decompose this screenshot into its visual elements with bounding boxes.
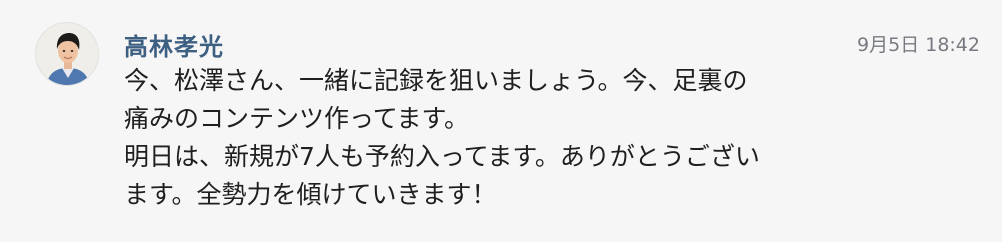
chat-message: 高林孝光 9月5日 18:42 今、松澤さん、一緒に記録を狙いましょう。今、足裏… (0, 0, 1002, 242)
message-line: 今、松澤さん、一緒に記録を狙いましょう。今、足裏の (124, 66, 748, 95)
message-line: 明日は、新規が7人も予約入ってます。ありがとうござい (124, 142, 760, 171)
message-line: 痛みのコンテンツ作ってます。 (124, 104, 470, 133)
avatar[interactable] (35, 22, 99, 86)
message-line: ます。全勢力を傾けていきます！ (124, 180, 497, 209)
message-timestamp[interactable]: 9月5日 18:42 (857, 30, 980, 57)
person-avatar-icon (36, 23, 98, 85)
sender-name[interactable]: 高林孝光 (124, 27, 224, 62)
message-body: 今、松澤さん、一緒に記録を狙いましょう。今、足裏の 痛みのコンテンツ作ってます。… (124, 62, 844, 214)
